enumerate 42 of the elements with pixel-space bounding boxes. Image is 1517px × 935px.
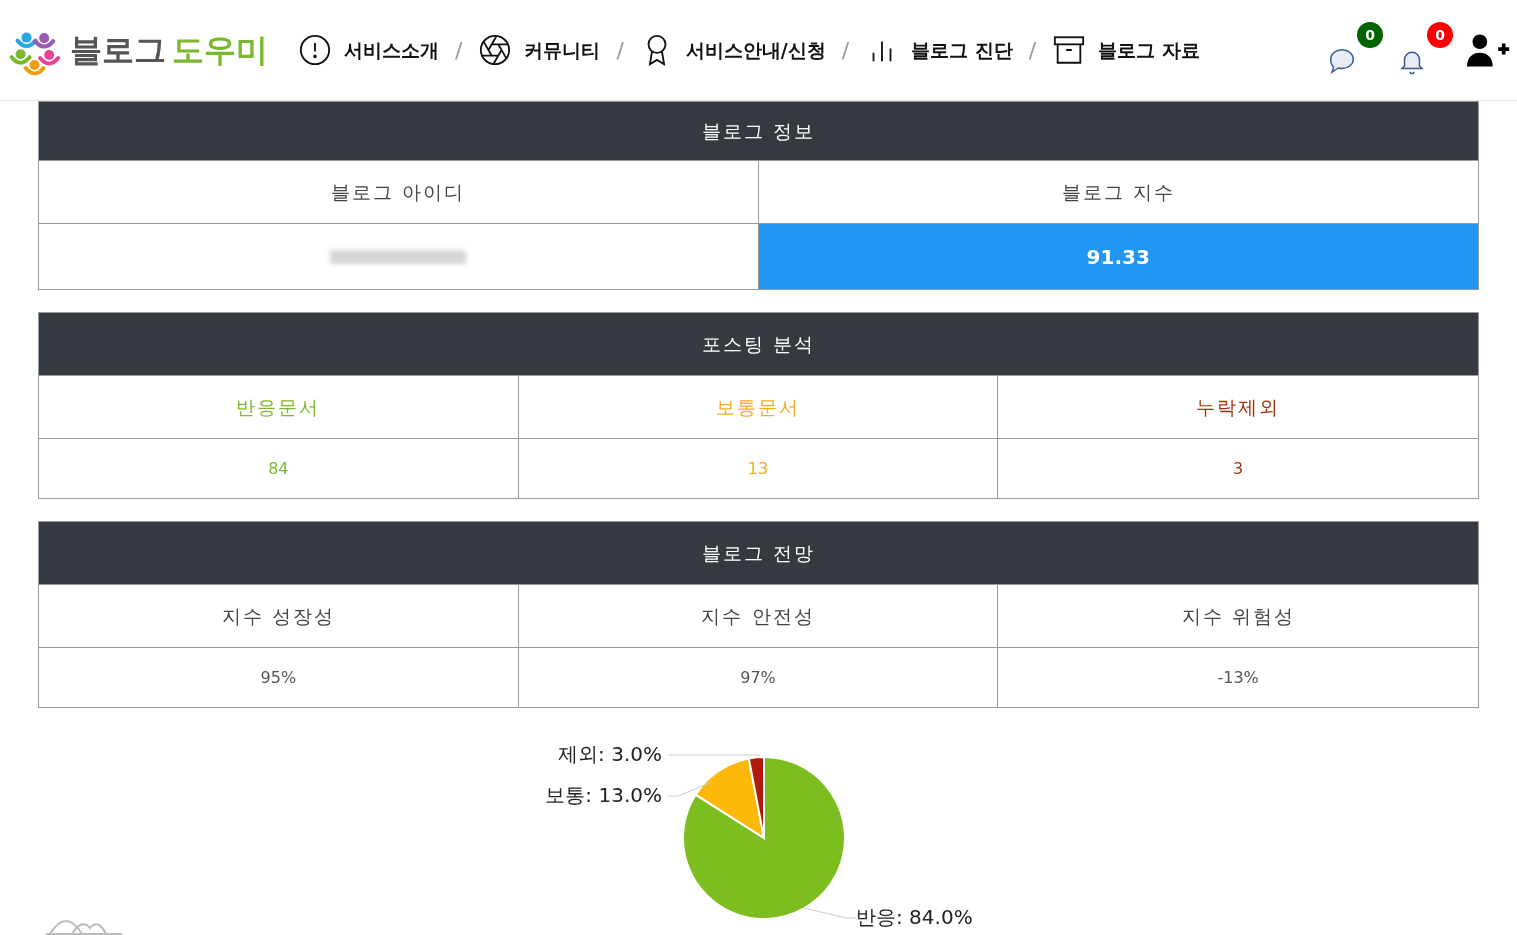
logo-text[interactable]: 블로그	[70, 26, 166, 74]
separator-slash: /	[1028, 36, 1037, 65]
count-badge: 0	[1427, 22, 1453, 48]
nav-link[interactable]: 서비스안내/신청	[639, 33, 826, 67]
table-cell: 97%	[518, 648, 999, 707]
score-cell: 91.33	[758, 224, 1478, 289]
column-header: 반응문서	[39, 376, 519, 438]
table-cell: 84	[39, 439, 519, 498]
table-header: 블로그 전망	[39, 522, 1478, 584]
archive-box-icon	[1052, 33, 1087, 67]
column-header: 블로그 아이디	[39, 161, 759, 223]
leader-line	[667, 781, 712, 797]
column-header: 지수 성장성	[39, 585, 519, 647]
nav-link[interactable]: 서비스소개	[298, 33, 439, 67]
notification-button[interactable]: 0	[1327, 22, 1383, 78]
slice-label: 반응: 84.0%	[855, 904, 973, 929]
notification-button[interactable]: 0	[1397, 22, 1453, 78]
nav-link[interactable]: 블로그 자료	[1052, 33, 1200, 67]
aperture-icon	[478, 33, 513, 67]
count-badge: 0	[1357, 22, 1383, 48]
add-user-icon[interactable]	[1467, 32, 1511, 68]
slice-label: 제외: 3.0%	[557, 741, 662, 766]
slice-label: 보통: 13.0%	[544, 782, 662, 807]
leader-line	[803, 907, 856, 919]
separator-slash: /	[455, 36, 463, 65]
exclamation-circle-icon	[298, 33, 332, 67]
separator-slash: /	[616, 36, 624, 65]
column-header: 지수 위험성	[1180, 603, 1296, 629]
nav-link[interactable]: 블로그 진단	[865, 33, 1013, 67]
table-header: 포스팅 분석	[39, 313, 1478, 375]
column-header: 누락제외	[1195, 394, 1282, 420]
table-cell: 13	[518, 439, 999, 498]
table-cell: 95%	[39, 648, 519, 707]
table-cell-text: -13%	[1216, 666, 1260, 689]
table-header: 블로그 정보	[39, 102, 1478, 160]
table-cell-text: 3	[1232, 457, 1245, 480]
chat-bubble-icon	[1327, 46, 1357, 76]
separator-slash: /	[841, 36, 850, 65]
nav-link[interactable]: 커뮤니티	[478, 33, 601, 67]
column-header: 보통문서	[518, 376, 999, 438]
column-header: 지수 안전성	[518, 585, 999, 647]
column-header: 블로그 지수	[1060, 179, 1176, 205]
